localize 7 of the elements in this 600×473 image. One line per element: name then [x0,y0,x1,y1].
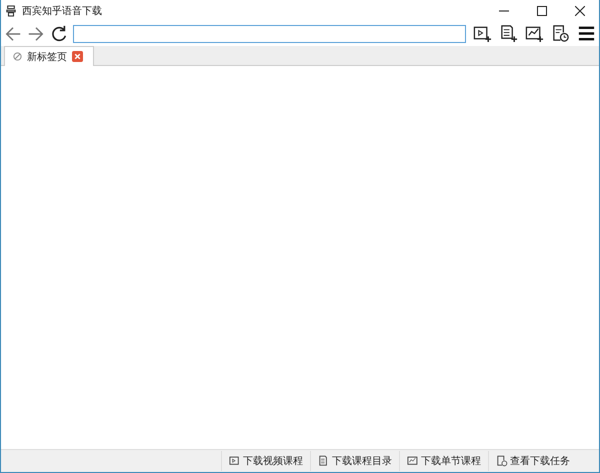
status-bar-button[interactable]: 下载单节课程 [399,451,488,471]
tab-label: 新标签页 [27,50,67,64]
window-title: 西宾知乎语音下载 [22,4,102,18]
browser-tab[interactable]: 新标签页 [4,46,94,66]
status-bar-button[interactable]: 下载视频课程 [221,451,310,471]
status-bar-button[interactable]: 下载课程目录 [310,451,399,471]
status-bar-button[interactable]: 查看下载任务 [488,451,577,471]
